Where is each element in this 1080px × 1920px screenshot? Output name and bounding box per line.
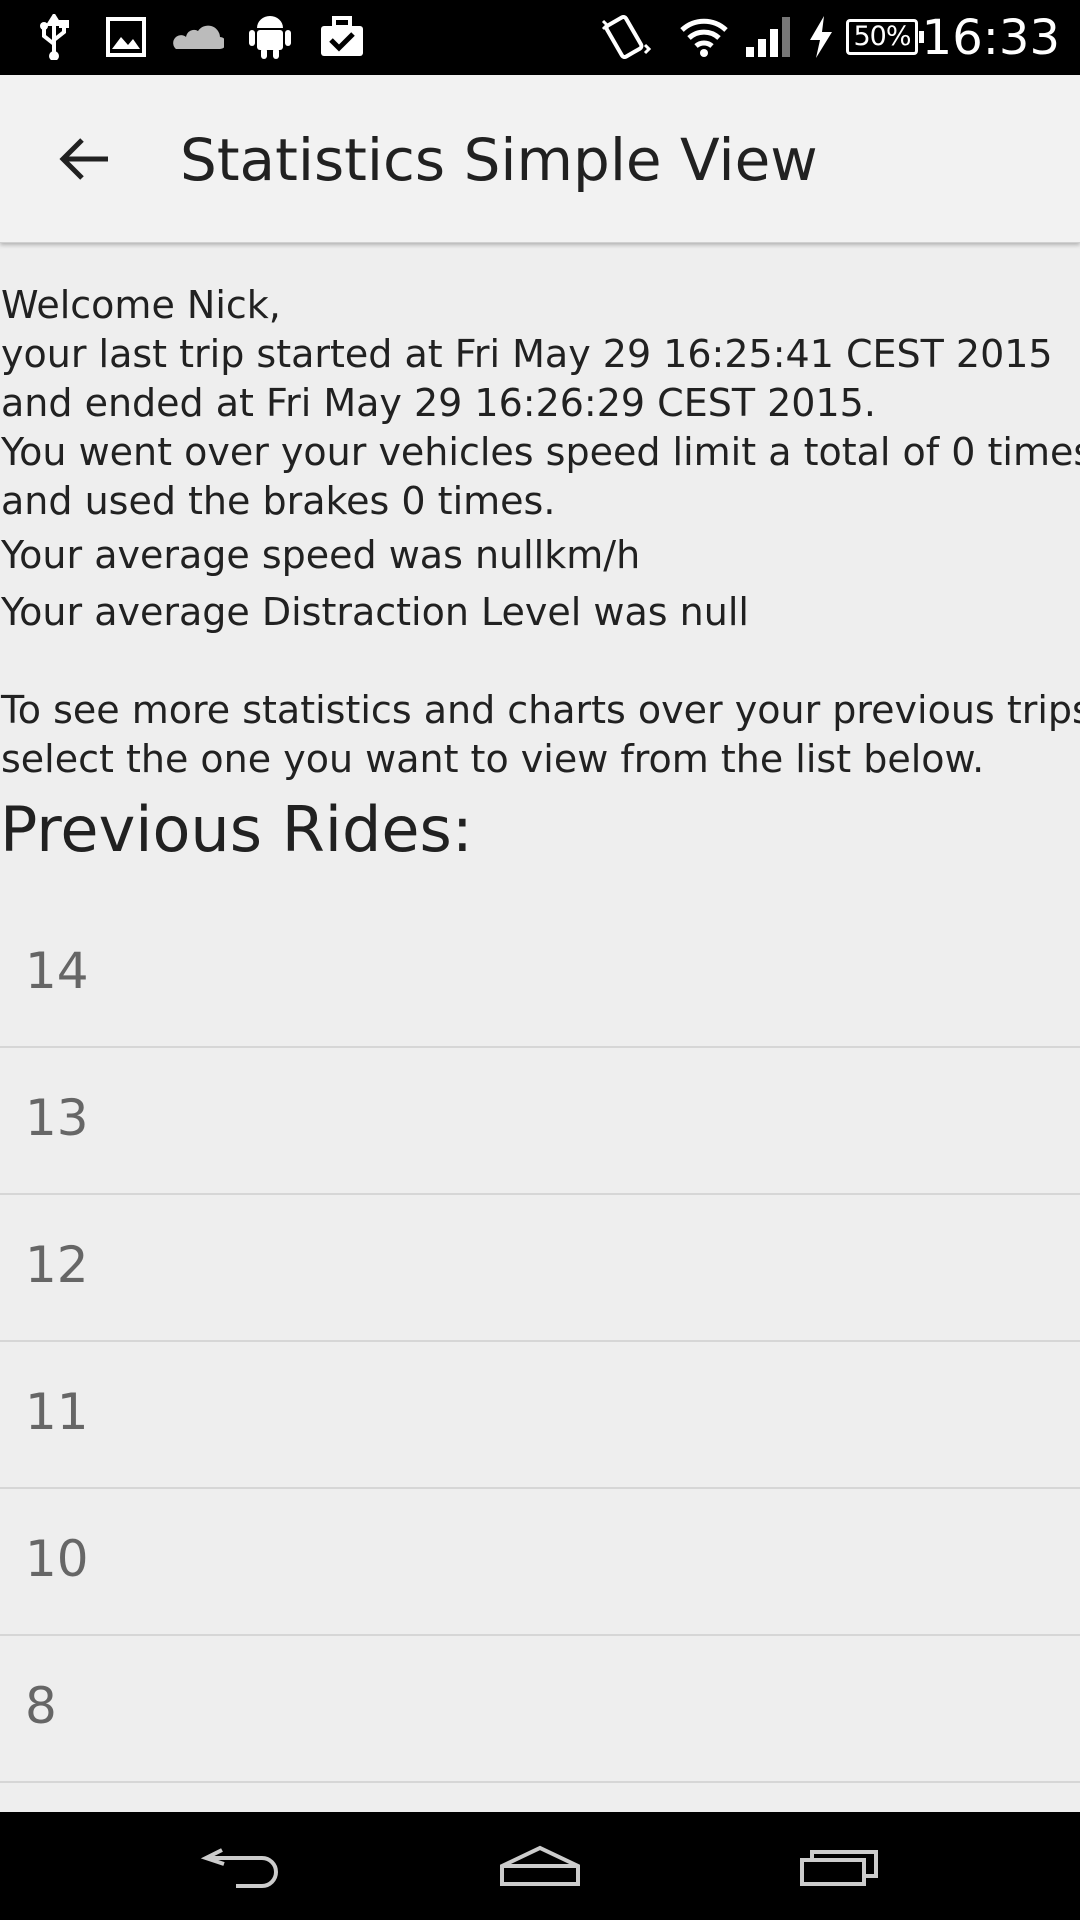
average-speed-text: Your average speed was nullkm/h (1, 533, 641, 577)
briefcase-check-icon (318, 12, 366, 62)
status-bar: 50% 16:33 (0, 0, 1080, 75)
home-nav-icon (500, 1845, 580, 1886)
trip-summary-line: You went over your vehicles speed limit … (1, 430, 1080, 474)
android-icon (247, 12, 293, 62)
wifi-icon (678, 12, 730, 62)
ride-item[interactable]: 14 (0, 901, 1080, 1048)
charging-icon (806, 12, 836, 62)
main-content[interactable]: Welcome Nick, your last trip started at … (0, 243, 1080, 1812)
back-button[interactable] (46, 121, 122, 197)
arrow-back-icon (59, 138, 108, 180)
trip-summary-line: Welcome Nick, (1, 283, 281, 327)
recents-nav-icon (800, 1850, 878, 1886)
instructions-text: To see more statistics and charts over y… (0, 686, 1080, 784)
signal-icon (744, 12, 794, 62)
rides-list[interactable]: 14 13 12 11 10 8 7 (0, 901, 1080, 1812)
ride-item[interactable]: 8 (0, 1636, 1080, 1783)
previous-rides-heading: Previous Rides: (0, 793, 473, 866)
nav-home-button[interactable] (490, 1836, 590, 1896)
trip-summary: Welcome Nick, your last trip started at … (0, 281, 1080, 526)
nav-back-button[interactable] (192, 1836, 292, 1896)
battery-indicator: 50% (846, 19, 924, 55)
instructions-line: To see more statistics and charts over y… (1, 688, 1080, 732)
page-title: Statistics Simple View (180, 126, 818, 194)
ride-number: 10 (25, 1530, 89, 1588)
ride-item[interactable]: 12 (0, 1195, 1080, 1342)
trip-summary-line: your last trip started at Fri May 29 16:… (1, 332, 1053, 376)
ride-number: 14 (25, 942, 89, 1000)
cloud-icon (172, 12, 224, 62)
trip-summary-line: and ended at Fri May 29 16:26:29 CEST 20… (1, 381, 876, 425)
vibrate-icon (598, 12, 652, 62)
usb-icon (34, 12, 74, 62)
ride-item[interactable]: 13 (0, 1048, 1080, 1195)
instructions-line: select the one you want to view from the… (1, 737, 985, 781)
app-bar: Statistics Simple View (0, 75, 1080, 243)
trip-summary-line: and used the brakes 0 times. (1, 479, 556, 523)
ride-number: 13 (25, 1089, 89, 1147)
ride-number: 8 (25, 1677, 57, 1735)
image-icon (104, 12, 148, 62)
ride-number: 11 (25, 1383, 89, 1441)
clock: 16:33 (921, 10, 1060, 66)
nav-recents-button[interactable] (790, 1836, 890, 1896)
ride-item[interactable]: 10 (0, 1489, 1080, 1636)
distraction-level-text: Your average Distraction Level was null (1, 590, 749, 634)
navigation-bar (0, 1812, 1080, 1920)
ride-item[interactable]: 11 (0, 1342, 1080, 1489)
ride-item[interactable]: 7 (0, 1783, 1080, 1812)
back-nav-icon (200, 1848, 278, 1888)
ride-number: 12 (25, 1236, 89, 1294)
